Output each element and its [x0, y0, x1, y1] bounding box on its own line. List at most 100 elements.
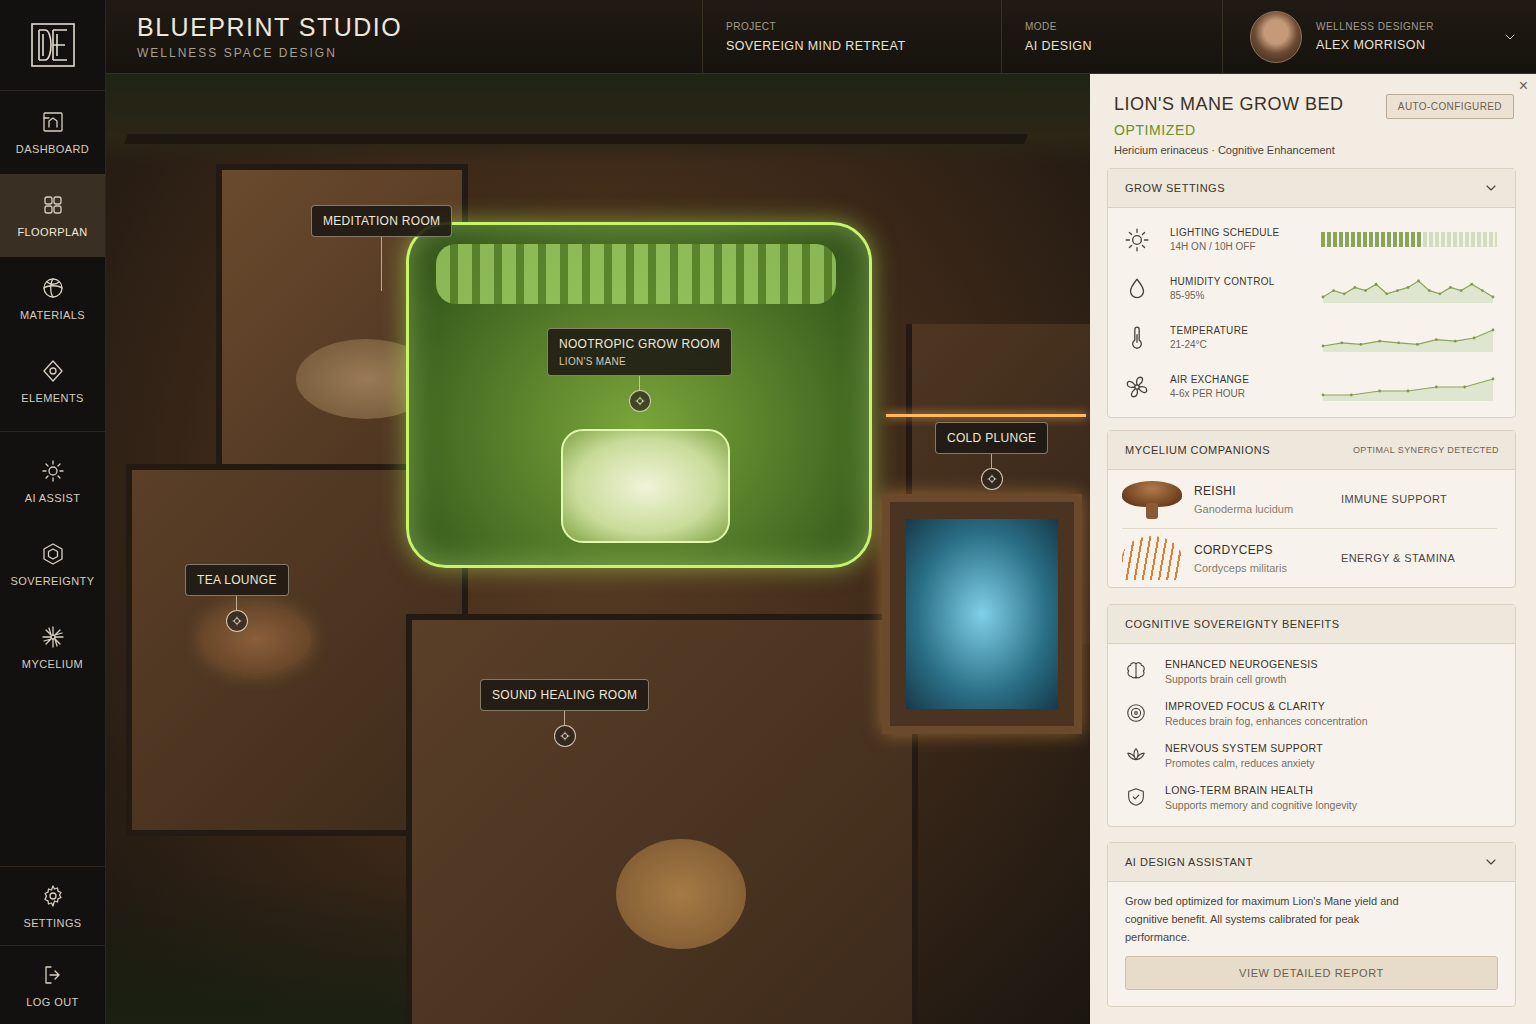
user-name: ALEX MORRISON — [1316, 38, 1488, 52]
floorplan-canvas[interactable]: MEDITATION ROOM NOOTROPIC GROW ROOMLION'S… — [106, 74, 1090, 1024]
wall-outer — [124, 134, 1028, 144]
companion-row[interactable]: CORDYCEPSCordyceps militarisENERGY & STA… — [1122, 528, 1497, 587]
benefit-title: NERVOUS SYSTEM SUPPORT — [1165, 742, 1501, 754]
brain-icon — [1125, 660, 1147, 682]
pin-stem — [236, 596, 237, 610]
dashboard-icon — [41, 110, 65, 134]
pin-stem — [639, 376, 640, 390]
benefit-row: ENHANCED NEUROGENESISSupports brain cell… — [1108, 650, 1515, 692]
sidebar-item[interactable]: SOVEREIGNTY — [0, 523, 105, 606]
chevron-down-icon[interactable] — [1502, 29, 1518, 45]
logo — [0, 0, 105, 91]
companion-row[interactable]: REISHIGanoderma lucidumIMMUNE SUPPORT — [1122, 470, 1497, 528]
setting-label: LIGHTING SCHEDULE — [1170, 227, 1321, 238]
sidebar-footer-item[interactable]: LOG OUT — [0, 945, 105, 1024]
benefit-description: Supports memory and cognitive longevity — [1165, 799, 1501, 811]
close-button[interactable]: × — [1519, 77, 1528, 95]
user-menu[interactable]: WELLNESS DESIGNERALEX MORRISON — [1222, 0, 1536, 73]
brand: BLUEPRINT STUDIOWELLNESS SPACE DESIGN — [106, 0, 702, 73]
pin-stem — [381, 237, 382, 251]
monogram-icon[interactable] — [30, 22, 76, 68]
panel-title: LION'S MANE GROW BED — [1114, 94, 1343, 115]
setting-label: TEMPERATURE — [1170, 325, 1321, 336]
field-label: MODE — [1025, 21, 1222, 32]
pin-marker[interactable] — [226, 610, 248, 632]
setting-value: 4-6x PER HOUR — [1170, 388, 1321, 399]
sidebar-label: SETTINGS — [23, 917, 81, 929]
cordyceps-image — [1122, 536, 1182, 580]
room-pin: MEDITATION ROOM — [311, 205, 452, 291]
lotus-icon — [1125, 744, 1147, 766]
sidebar-item[interactable]: DASHBOARD — [0, 91, 105, 174]
user-avatar — [1250, 11, 1302, 63]
benefit-row: IMPROVED FOCUS & CLARITY Reduces brain fo… — [1108, 692, 1515, 734]
sidebar-footer-item[interactable]: SETTINGS — [0, 866, 105, 945]
mycelium-icon — [41, 625, 65, 649]
room-label[interactable]: MEDITATION ROOM — [311, 205, 452, 237]
room-label[interactable]: SOUND HEALING ROOM — [480, 679, 649, 711]
sidebar-label: LOG OUT — [26, 996, 78, 1008]
logout-icon — [41, 963, 65, 987]
pin-marker[interactable] — [981, 468, 1003, 490]
sidebar-label: FLOORPLAN — [17, 226, 87, 238]
top-bar: BLUEPRINT STUDIOWELLNESS SPACE DESIGNPRO… — [106, 0, 1536, 74]
benefits-card: COGNITIVE SOVEREIGNTY BENEFITS ENHANCED N… — [1107, 604, 1516, 827]
grow-settings-card: GROW SETTINGS LIGHTING SCHEDULE14H ON / 1… — [1107, 168, 1516, 418]
benefit-description: Reduces brain fog, enhances concentratio… — [1165, 715, 1501, 727]
grow-setting-row[interactable]: HUMIDITY CONTROL85-95% — [1108, 264, 1515, 313]
setting-label: AIR EXCHANGE — [1170, 374, 1321, 385]
card-header[interactable]: COGNITIVE SOVEREIGNTY BENEFITS — [1108, 605, 1515, 644]
sidebar-item[interactable]: FLOORPLAN — [0, 174, 105, 257]
status-label: OPTIMIZED — [1114, 122, 1343, 138]
room-label[interactable]: NOOTROPIC GROW ROOMLION'S MANE — [547, 328, 732, 376]
materials-icon — [41, 276, 65, 300]
droplet-icon — [1124, 276, 1150, 302]
benefit-title: ENHANCED NEUROGENESIS — [1165, 658, 1501, 670]
sidebar-item[interactable]: MATERIALS — [0, 257, 105, 340]
lighting-track — [1321, 232, 1497, 247]
target-icon — [1125, 702, 1147, 724]
ai-assistant-card: AI DESIGN ASSISTANTGrow bed optimized fo… — [1107, 842, 1516, 1007]
room-label[interactable]: TEA LOUNGE — [185, 564, 289, 596]
card-header[interactable]: MYCELIUM COMPANIONSOPTIMAL SYNERGY DETEC… — [1108, 431, 1515, 470]
room-pin: TEA LOUNGE — [185, 564, 289, 632]
pin-marker[interactable] — [554, 725, 576, 747]
card-header[interactable]: GROW SETTINGS — [1108, 169, 1515, 208]
brand-title: BLUEPRINT STUDIO — [137, 13, 702, 42]
card-header[interactable]: AI DESIGN ASSISTANT — [1108, 843, 1515, 882]
sidebar-label: MYCELIUM — [22, 658, 83, 670]
room-name: COLD PLUNGE — [947, 431, 1036, 445]
sidebar-item[interactable]: ELEMENTS — [0, 340, 105, 423]
room-marker-icon — [559, 730, 571, 742]
chevron-icon[interactable] — [1483, 854, 1499, 870]
room-name: TEA LOUNGE — [197, 573, 277, 587]
view-report-button[interactable]: VIEW DETAILED REPORT — [1125, 956, 1498, 990]
room-name: MEDITATION ROOM — [323, 214, 440, 228]
chevron-icon[interactable] — [1483, 180, 1499, 196]
jungle-bottom — [106, 874, 406, 1024]
project-field[interactable]: PROJECTSOVEREIGN MIND RETREAT — [702, 0, 1001, 73]
sidebar-item[interactable]: MYCELIUM — [0, 606, 105, 689]
sidebar-item[interactable]: AI ASSIST — [0, 440, 105, 523]
thermometer-icon — [1124, 325, 1150, 351]
sidebar-label: SOVEREIGNTY — [11, 575, 95, 587]
lighting-fill — [1321, 232, 1423, 247]
pin-stem — [991, 454, 992, 468]
jungle-top — [106, 74, 1090, 164]
gear-icon — [41, 884, 65, 908]
room-label[interactable]: COLD PLUNGE — [935, 422, 1048, 454]
reishi-image — [1122, 477, 1182, 521]
mode-field[interactable]: MODEAI DESIGN — [1001, 0, 1222, 73]
field-value: SOVEREIGN MIND RETREAT — [726, 39, 1001, 53]
grow-setting-row[interactable]: TEMPERATURE21-24°C — [1108, 313, 1515, 362]
companion-name: CORDYCEPS — [1194, 543, 1341, 557]
sound-floor — [406, 614, 918, 1024]
card-title: MYCELIUM COMPANIONS — [1125, 444, 1270, 456]
sound-rug — [616, 839, 746, 949]
grow-setting-row[interactable]: LIGHTING SCHEDULE14H ON / 10H OFF — [1108, 215, 1515, 264]
room-marker-icon — [986, 473, 998, 485]
benefit-title: IMPROVED FOCUS & CLARITY — [1165, 700, 1501, 712]
grow-setting-row[interactable]: AIR EXCHANGE 4-6x PER HOUR — [1108, 362, 1515, 411]
room-name: NOOTROPIC GROW ROOM — [559, 337, 720, 351]
pin-marker[interactable] — [629, 390, 651, 412]
